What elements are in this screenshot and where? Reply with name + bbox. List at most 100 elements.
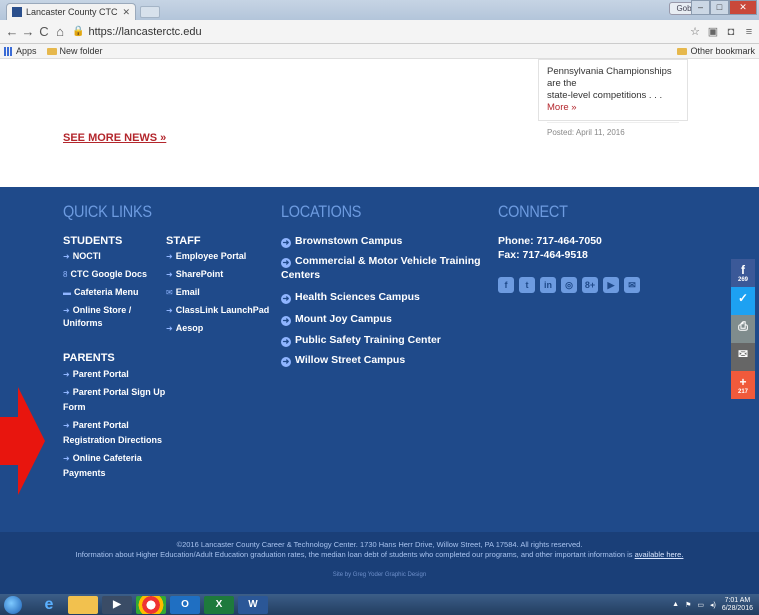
- link-email[interactable]: ✉ Email: [166, 286, 200, 299]
- chrome-icon[interactable]: [136, 595, 166, 614]
- close-tab-icon[interactable]: ✕: [122, 7, 130, 18]
- share-twitter-button[interactable]: ✓: [731, 287, 755, 315]
- link-online-cafeteria-payments-line2[interactable]: Payments: [63, 467, 106, 480]
- fax-number: Fax: 717-464-9518: [498, 249, 588, 261]
- twitter-icon[interactable]: t: [519, 277, 535, 293]
- news-excerpt-top: Pennsylvania Championships are the: [547, 66, 672, 89]
- news-section: Pennsylvania Championships are the state…: [0, 59, 759, 187]
- youtube-icon[interactable]: ▶: [603, 277, 619, 293]
- location-brownstown[interactable]: ➜ Brownstown Campus: [281, 235, 402, 248]
- link-parent-portal[interactable]: ➜ Parent Portal: [63, 368, 129, 381]
- link-cafeteria-menu[interactable]: ▬ Cafeteria Menu: [63, 286, 139, 299]
- link-classlink[interactable]: ➜ ClassLink LaunchPad: [166, 304, 269, 317]
- apps-grid-icon: [4, 46, 13, 56]
- link-online-store[interactable]: ➜ Online Store /: [63, 304, 131, 317]
- quick-links-title: QUICK LINKS: [63, 202, 152, 221]
- location-commercial-motor-line2[interactable]: Centers: [281, 269, 320, 282]
- staff-heading: STAFF: [166, 235, 201, 247]
- new-tab-button[interactable]: [140, 6, 160, 18]
- see-more-news-link[interactable]: SEE MORE NEWS »: [63, 132, 166, 144]
- bookmark-apps[interactable]: Apps: [4, 46, 37, 56]
- bookmark-star-icon[interactable]: ☆: [689, 26, 701, 38]
- share-email-button[interactable]: ✉: [731, 343, 755, 371]
- internet-explorer-icon[interactable]: e: [34, 596, 64, 614]
- arrow-circle-icon: ➜: [281, 294, 291, 304]
- location-public-safety[interactable]: ➜ Public Safety Training Center: [281, 334, 441, 347]
- linkedin-icon[interactable]: in: [540, 277, 556, 293]
- students-heading: STUDENTS: [63, 235, 123, 247]
- reload-icon[interactable]: C: [36, 24, 52, 39]
- bookmark-new-folder[interactable]: New folder: [46, 46, 103, 56]
- available-here-link[interactable]: available here.: [635, 550, 684, 559]
- tab-title: Lancaster County CTC - C: [26, 7, 118, 17]
- sign-in-icon: ➜: [166, 270, 173, 279]
- back-arrow-icon[interactable]: ←: [4, 24, 20, 39]
- link-online-store-line2[interactable]: Uniforms: [63, 317, 103, 330]
- outlook-icon[interactable]: O: [170, 595, 200, 614]
- social-icons: f t in ◎ 8+ ▶ ✉: [498, 277, 640, 293]
- maximize-button[interactable]: □: [710, 0, 729, 15]
- news-posted-date: Posted: April 11, 2016: [547, 122, 679, 137]
- clock-date: 6/28/2016: [721, 604, 753, 612]
- flag-icon[interactable]: ⚑: [685, 601, 691, 609]
- file-explorer-icon[interactable]: [68, 595, 98, 614]
- arrow-circle-icon: ➜: [281, 238, 291, 248]
- share-facebook-button[interactable]: f 269: [731, 259, 755, 287]
- google-plus-icon[interactable]: 8+: [582, 277, 598, 293]
- bookmark-label: Other bookmark: [690, 46, 755, 56]
- link-online-cafeteria-payments[interactable]: ➜ Online Cafeteria: [63, 452, 142, 465]
- extension-icon[interactable]: ▣: [707, 26, 719, 38]
- share-print-button[interactable]: ⎙: [731, 315, 755, 343]
- minimize-button[interactable]: –: [691, 0, 710, 15]
- link-nocti[interactable]: ➜ NOCTI: [63, 250, 101, 263]
- location-health-sciences[interactable]: ➜ Health Sciences Campus: [281, 291, 420, 304]
- network-icon[interactable]: ▭: [697, 601, 704, 609]
- clock-time: 7:01 AM: [724, 596, 751, 604]
- extension-2-icon[interactable]: ◘: [725, 26, 737, 38]
- share-sidebar: f 269 ✓ ⎙ ✉ +217: [731, 259, 755, 399]
- browser-tab-bar: Lancaster County CTC - C ✕ Gob – □ ✕: [0, 0, 759, 20]
- site-favicon-icon: [12, 7, 22, 17]
- link-aesop[interactable]: ➜ Aesop: [166, 322, 203, 335]
- site-credit[interactable]: Site by Greg Yoder Graphic Design: [0, 570, 759, 580]
- link-google-docs[interactable]: 8 CTC Google Docs: [63, 268, 147, 281]
- location-commercial-motor[interactable]: ➜ Commercial & Motor Vehicle Training: [281, 255, 481, 268]
- other-bookmarks[interactable]: Other bookmark: [677, 46, 755, 56]
- footer-bottom-bar: ©2016 Lancaster County Career & Technolo…: [0, 532, 759, 594]
- media-player-icon[interactable]: ▶: [102, 595, 132, 614]
- link-employee-portal[interactable]: ➜ Employee Portal: [166, 250, 246, 263]
- start-button[interactable]: [4, 595, 22, 614]
- home-icon[interactable]: ⌂: [52, 24, 68, 39]
- show-hidden-icons-icon[interactable]: ▲: [672, 601, 679, 608]
- volume-icon[interactable]: ◂): [710, 601, 716, 609]
- sign-in-icon: ➜: [63, 454, 70, 463]
- address-bar[interactable]: 🔒 https://lancasterctc.edu: [72, 24, 685, 40]
- excel-icon[interactable]: X: [204, 595, 234, 614]
- clock[interactable]: 7:01 AM 6/28/2016: [722, 597, 753, 613]
- window-controls: – □ ✕: [691, 0, 757, 15]
- menu-icon[interactable]: ≡: [743, 26, 755, 38]
- news-card[interactable]: Pennsylvania Championships are the state…: [538, 59, 688, 137]
- sign-in-icon: ➜: [166, 306, 173, 315]
- link-parent-portal-registration[interactable]: ➜ Parent Portal: [63, 419, 129, 432]
- close-window-button[interactable]: ✕: [729, 0, 757, 15]
- location-willow-street[interactable]: ➜ Willow Street Campus: [281, 354, 405, 367]
- forward-arrow-icon[interactable]: →: [20, 24, 36, 39]
- word-icon[interactable]: W: [238, 595, 268, 614]
- facebook-icon[interactable]: f: [498, 277, 514, 293]
- parents-heading: PARENTS: [63, 352, 115, 364]
- link-parent-portal-signup-line2[interactable]: Form: [63, 401, 86, 414]
- browser-tab[interactable]: Lancaster County CTC - C ✕: [6, 3, 136, 20]
- info-text: Information about Higher Education/Adult…: [75, 550, 684, 559]
- email-icon[interactable]: ✉: [624, 277, 640, 293]
- link-parent-portal-signup[interactable]: ➜ Parent Portal Sign Up: [63, 386, 165, 399]
- share-more-button[interactable]: +217: [731, 371, 755, 399]
- link-parent-portal-registration-line2[interactable]: Registration Directions: [63, 434, 162, 447]
- link-sharepoint[interactable]: ➜ SharePoint: [166, 268, 223, 281]
- envelope-icon: ✉: [166, 288, 173, 297]
- instagram-icon[interactable]: ◎: [561, 277, 577, 293]
- location-mount-joy[interactable]: ➜ Mount Joy Campus: [281, 313, 392, 326]
- arrow-circle-icon: ➜: [281, 337, 291, 347]
- sign-in-icon: ➜: [166, 324, 173, 333]
- more-link[interactable]: More »: [547, 102, 577, 113]
